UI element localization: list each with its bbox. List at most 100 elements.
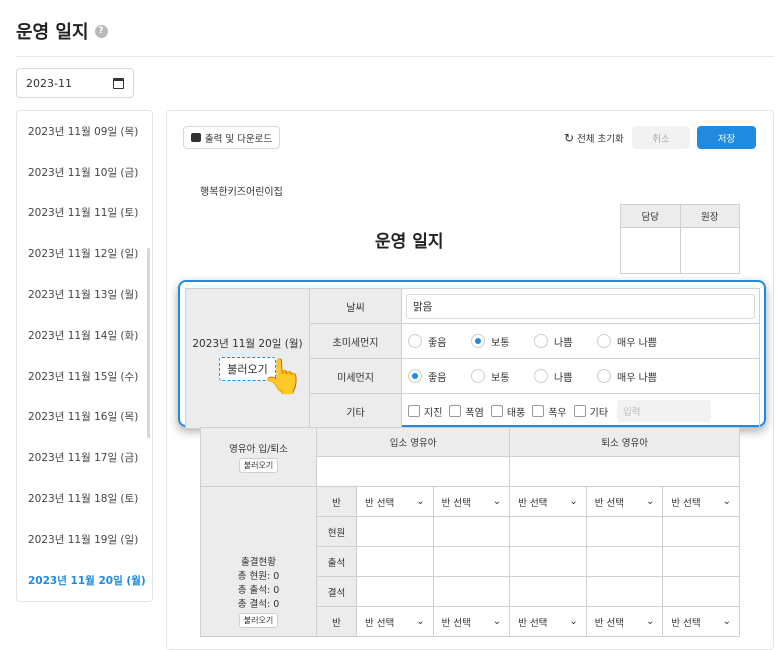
sidebar-date-item[interactable]: 2023년 11월 18일 (토) xyxy=(17,478,152,519)
class-select[interactable]: 반 선택 ⌄ xyxy=(357,490,433,514)
save-button[interactable]: 저장 xyxy=(697,126,756,149)
checkbox-icon[interactable] xyxy=(449,405,462,417)
fine-dust-radio-option[interactable]: 좋음 xyxy=(408,369,471,384)
weather-input[interactable]: 맑음 xyxy=(406,293,755,319)
checkbox-icon[interactable] xyxy=(532,405,545,417)
sidebar-date-item[interactable]: 2023년 11월 11일 (토) xyxy=(17,193,152,234)
attendance-input-cell[interactable] xyxy=(356,516,434,547)
class-select[interactable]: 반 선택 ⌄ xyxy=(663,490,739,514)
ultrafine-dust-radio-option[interactable]: 좋음 xyxy=(408,334,471,349)
class-select[interactable]: 반 선택 ⌄ xyxy=(587,610,663,634)
attendance-input-cell[interactable] xyxy=(509,516,587,547)
ultrafine-dust-radio-option[interactable]: 보통 xyxy=(471,334,534,349)
class-select-value: 반 선택 xyxy=(441,497,471,509)
admission-header: 입소 영유아 xyxy=(315,427,511,457)
class-select[interactable]: 반 선택 ⌄ xyxy=(357,610,433,634)
class-select[interactable]: 반 선택 ⌄ xyxy=(434,490,510,514)
class-select-cell[interactable]: 반 선택 ⌄ xyxy=(662,606,740,637)
fine-dust-radio-option[interactable]: 매우 나쁨 xyxy=(597,369,687,384)
sidebar-date-item[interactable]: 2023년 11월 13일 (월) xyxy=(17,274,152,315)
class-select[interactable]: 반 선택 ⌄ xyxy=(434,610,510,634)
class-select[interactable]: 반 선택 ⌄ xyxy=(510,490,586,514)
month-picker[interactable]: 2023-11 xyxy=(16,68,134,98)
class-select-cell[interactable]: 반 선택 ⌄ xyxy=(356,606,434,637)
ultrafine-dust-radio-option[interactable]: 매우 나쁨 xyxy=(597,334,687,349)
attendance-input-cell[interactable] xyxy=(432,576,511,607)
attendance-input-cell[interactable] xyxy=(585,576,664,607)
attendance-input-cell[interactable] xyxy=(509,576,587,607)
attendance-input-cell[interactable] xyxy=(509,546,587,577)
fine-dust-radio-option[interactable]: 나쁨 xyxy=(534,369,597,384)
etc-checkbox-option[interactable]: 폭염 xyxy=(449,404,484,419)
checkbox-icon[interactable] xyxy=(573,405,586,417)
class-select[interactable]: 반 선택 ⌄ xyxy=(510,610,586,634)
sidebar-date-item[interactable]: 2023년 11월 16일 (목) xyxy=(17,397,152,438)
date-list-scrollbar[interactable] xyxy=(147,248,150,438)
sidebar-date-item[interactable]: 2023년 11월 10일 (금) xyxy=(17,152,152,193)
sidebar-date-item[interactable]: 2023년 11월 17일 (금) xyxy=(17,437,152,478)
radio-icon[interactable] xyxy=(471,369,485,383)
radio-icon[interactable] xyxy=(534,334,548,348)
calendar-icon[interactable] xyxy=(113,77,124,89)
chevron-down-icon: ⌄ xyxy=(645,616,655,627)
attendance-input-cell[interactable] xyxy=(432,516,511,547)
attendance-input-cell[interactable] xyxy=(662,576,740,607)
etc-checkbox-option[interactable]: 태풍 xyxy=(490,404,525,419)
class-select-cell[interactable]: 반 선택 ⌄ xyxy=(509,606,587,637)
attendance-load-button[interactable]: 불러오기 xyxy=(238,613,279,628)
class-select-cell[interactable]: 반 선택 ⌄ xyxy=(585,486,664,517)
attendance-row-label: 결석 xyxy=(316,576,357,607)
sidebar-date-item[interactable]: 2023년 11월 15일 (수) xyxy=(17,356,152,397)
class-select[interactable]: 반 선택 ⌄ xyxy=(587,490,663,514)
checkbox-icon[interactable] xyxy=(490,405,503,417)
class-select-cell[interactable]: 반 선택 ⌄ xyxy=(432,486,511,517)
radio-icon[interactable] xyxy=(408,369,422,383)
radio-icon[interactable] xyxy=(408,334,422,348)
sidebar-date-item[interactable]: 2023년 11월 09일 (목) xyxy=(17,111,152,152)
attendance-input-cell[interactable] xyxy=(662,546,740,577)
inout-label: 영유아 입/퇴소 xyxy=(229,444,288,455)
sidebar-date-item[interactable]: 2023년 11월 20일 (월) xyxy=(17,560,152,601)
etc-checkbox-option[interactable]: 기타 xyxy=(573,404,608,419)
attendance-input-cell[interactable] xyxy=(585,516,664,547)
attendance-input-cell[interactable] xyxy=(356,576,434,607)
radio-icon[interactable] xyxy=(471,334,485,348)
help-icon[interactable]: ? xyxy=(94,24,108,38)
class-select-cell[interactable]: 반 선택 ⌄ xyxy=(585,606,664,637)
approval-sign-manager[interactable] xyxy=(620,227,681,274)
approval-sign-director[interactable] xyxy=(679,227,740,274)
reset-all-button[interactable]: ↻ 전체 초기화 xyxy=(564,128,624,147)
discharge-cell[interactable] xyxy=(509,456,740,487)
class-select-cell[interactable]: 반 선택 ⌄ xyxy=(662,486,740,517)
print-download-button[interactable]: 출력 및 다운로드 xyxy=(183,126,280,149)
class-select[interactable]: 반 선택 ⌄ xyxy=(663,610,739,634)
attendance-input-cell[interactable] xyxy=(662,516,740,547)
sidebar-date-item[interactable]: 2023년 11월 14일 (화) xyxy=(17,315,152,356)
attendance-input-cell[interactable] xyxy=(356,546,434,577)
date-list: 2023년 11월 09일 (목) 2023년 11월 10일 (금) 2023년 … xyxy=(16,110,153,602)
ultrafine-dust-radio-option[interactable]: 나쁨 xyxy=(534,334,597,349)
etc-text-input[interactable]: 입력 xyxy=(617,400,712,422)
attendance-input-cell[interactable] xyxy=(432,546,511,577)
class-select-cell[interactable]: 반 선택 ⌄ xyxy=(356,486,434,517)
attendance-input-cell[interactable] xyxy=(585,546,664,577)
class-select-cell[interactable]: 반 선택 ⌄ xyxy=(509,486,587,517)
radio-icon[interactable] xyxy=(597,369,611,383)
radio-icon[interactable] xyxy=(534,369,548,383)
etc-checkbox-option[interactable]: 폭우 xyxy=(532,404,567,419)
admission-cell[interactable] xyxy=(315,456,511,487)
cancel-button[interactable]: 취소 xyxy=(632,126,690,149)
class-select-value: 반 선택 xyxy=(365,497,395,509)
sidebar-date-item[interactable]: 2023년 11월 19일 (일) xyxy=(17,519,152,560)
attendance-summary-text: 총 현원: 0 xyxy=(237,571,280,582)
fine-dust-radio-option[interactable]: 보통 xyxy=(471,369,534,384)
sidebar-date-item[interactable]: 2023년 11월 12일 (일) xyxy=(17,233,152,274)
class-select-value: 반 선택 xyxy=(518,497,548,509)
etc-checkbox-option[interactable]: 지진 xyxy=(408,404,442,419)
chevron-down-icon: ⌄ xyxy=(492,496,502,507)
class-select-cell[interactable]: 반 선택 ⌄ xyxy=(432,606,511,637)
checkbox-icon[interactable] xyxy=(408,405,420,417)
radio-icon[interactable] xyxy=(597,334,611,348)
inout-load-button[interactable]: 불러오기 xyxy=(238,458,279,473)
fine-dust-label: 미세먼지 xyxy=(309,358,402,394)
